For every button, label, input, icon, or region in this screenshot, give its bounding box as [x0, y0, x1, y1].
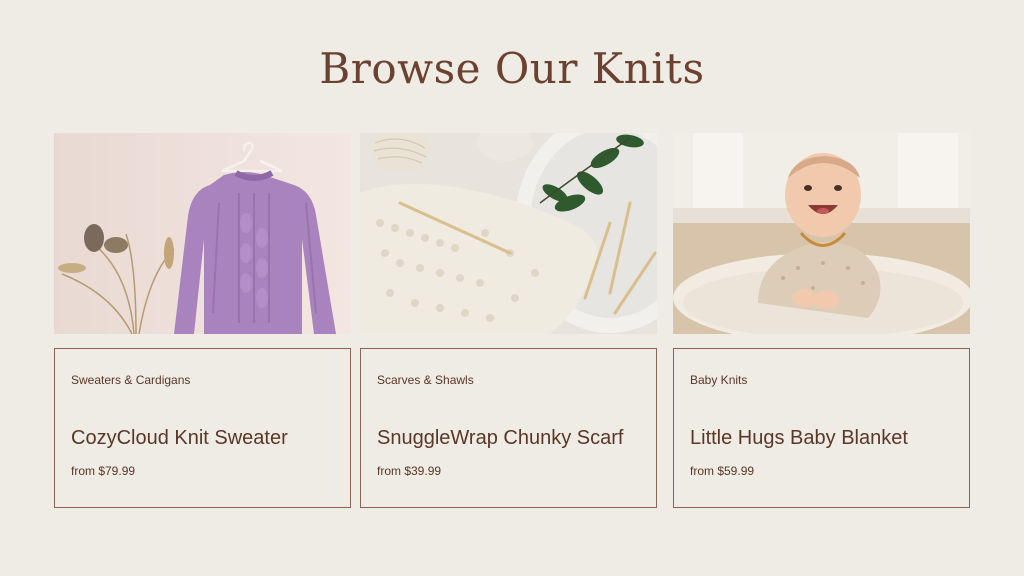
- product-image-baby-blanket[interactable]: [673, 133, 970, 334]
- product-price: from $39.99: [377, 464, 442, 478]
- product-category: Sweaters & Cardigans: [71, 373, 191, 387]
- product-name[interactable]: SnuggleWrap Chunky Scarf: [377, 427, 623, 450]
- product-name[interactable]: CozyCloud Knit Sweater: [71, 427, 288, 450]
- product-category: Scarves & Shawls: [377, 373, 474, 387]
- page-title: Browse Our Knits: [319, 44, 705, 93]
- product-image-scarf[interactable]: [360, 133, 657, 334]
- product-card-sweater[interactable]: Sweaters & Cardigans CozyCloud Knit Swea…: [54, 133, 351, 508]
- product-category: Baby Knits: [690, 373, 748, 387]
- product-price: from $59.99: [690, 464, 755, 478]
- product-card-baby-blanket[interactable]: Baby Knits Little Hugs Baby Blanket from…: [673, 133, 970, 508]
- product-image-sweater[interactable]: [54, 133, 351, 334]
- product-price: from $79.99: [71, 464, 136, 478]
- purple-sweater-photo: [54, 133, 351, 334]
- product-info-scarf: Scarves & Shawls SnuggleWrap Chunky Scar…: [360, 348, 657, 508]
- cream-knit-scarf-photo: [360, 133, 657, 334]
- product-info-baby-blanket: Baby Knits Little Hugs Baby Blanket from…: [673, 348, 970, 508]
- product-info-sweater: Sweaters & Cardigans CozyCloud Knit Swea…: [54, 348, 351, 508]
- product-card-scarf[interactable]: Scarves & Shawls SnuggleWrap Chunky Scar…: [360, 133, 657, 508]
- product-name[interactable]: Little Hugs Baby Blanket: [690, 427, 908, 450]
- baby-on-rug-photo: [673, 133, 970, 334]
